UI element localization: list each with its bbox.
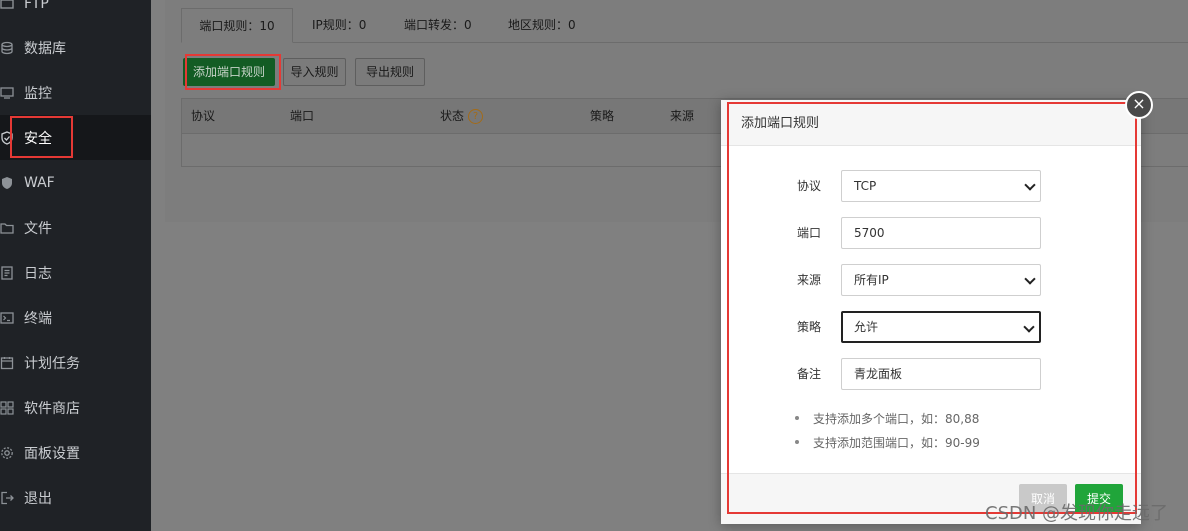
sidebar-item-label: 监控 bbox=[24, 85, 52, 102]
column-status: 状态? bbox=[440, 99, 484, 133]
sidebar-item-label: WAF bbox=[24, 174, 55, 191]
remark-label: 备注 bbox=[796, 367, 821, 381]
export-rules-button[interactable]: 导出规则 bbox=[355, 58, 425, 86]
add-port-rule-button[interactable]: 添加端口规则 bbox=[183, 58, 275, 86]
policy-label: 策略 bbox=[796, 320, 821, 334]
sidebar-item-waf[interactable]: WAF bbox=[0, 160, 151, 205]
column-port: 端口 bbox=[290, 109, 315, 123]
help-icon[interactable]: ? bbox=[468, 109, 484, 124]
source-select[interactable]: 所有IP bbox=[841, 264, 1041, 296]
sidebar-item-label: 日志 bbox=[24, 265, 52, 282]
database-icon bbox=[0, 41, 14, 55]
sidebar-item-files[interactable]: 文件 bbox=[0, 205, 151, 250]
ftp-icon bbox=[0, 0, 14, 11]
tab-port-rules[interactable]: 端口规则：10 bbox=[181, 8, 293, 43]
sidebar-item-ftp[interactable]: FTP bbox=[0, 0, 151, 26]
tab-ip-rules[interactable]: IP规则：0 bbox=[312, 8, 366, 43]
gear-icon bbox=[0, 446, 14, 460]
column-protocol: 协议 bbox=[191, 109, 216, 123]
watermark: CSDN @发现你走远了 bbox=[985, 503, 1169, 524]
sidebar-item-label: 文件 bbox=[24, 220, 52, 237]
sidebar-item-logs[interactable]: 日志 bbox=[0, 250, 151, 295]
tab-region-rules[interactable]: 地区规则：0 bbox=[508, 8, 576, 43]
log-icon bbox=[0, 265, 14, 280]
tip-multiple-ports: 支持添加多个端口，如：80,88 bbox=[795, 410, 979, 427]
sidebar-item-label: 面板设置 bbox=[24, 445, 80, 462]
folder-icon bbox=[0, 221, 14, 235]
sidebar-item-label: FTP bbox=[24, 0, 49, 12]
monitor-icon bbox=[0, 86, 14, 100]
protocol-select[interactable]: TCP bbox=[841, 170, 1041, 202]
dialog-header: 添加端口规则 bbox=[721, 100, 1141, 146]
column-source: 来源 bbox=[670, 109, 695, 123]
port-input[interactable]: 5700 bbox=[841, 217, 1041, 249]
remark-input[interactable]: 青龙面板 bbox=[841, 358, 1041, 390]
source-label: 来源 bbox=[796, 273, 821, 287]
sidebar-item-label: 终端 bbox=[24, 310, 52, 327]
sidebar-item-label: 数据库 bbox=[24, 40, 66, 57]
waf-icon bbox=[0, 176, 14, 190]
rule-tabs: 端口规则：10 IP规则：0 端口转发：0 地区规则：0 bbox=[181, 8, 1188, 43]
sidebar-item-cron[interactable]: 计划任务 bbox=[0, 340, 151, 385]
sidebar: FTP 数据库 监控 安全 WAF 文件 日志 终端 计划任务 软件商店 面板设… bbox=[0, 0, 151, 531]
sidebar-item-label: 安全 bbox=[24, 130, 52, 147]
sidebar-item-security[interactable]: 安全 bbox=[0, 115, 151, 160]
dialog-title: 添加端口规则 bbox=[741, 116, 820, 131]
column-policy: 策略 bbox=[590, 109, 615, 123]
sidebar-item-database[interactable]: 数据库 bbox=[0, 25, 151, 70]
sidebar-item-label: 计划任务 bbox=[24, 355, 80, 372]
sidebar-item-logout[interactable]: 退出 bbox=[0, 475, 151, 520]
sidebar-item-label: 软件商店 bbox=[24, 400, 80, 417]
grid-icon bbox=[0, 400, 14, 415]
sidebar-item-monitor[interactable]: 监控 bbox=[0, 70, 151, 115]
sidebar-item-store[interactable]: 软件商店 bbox=[0, 385, 151, 430]
sidebar-item-terminal[interactable]: 终端 bbox=[0, 295, 151, 340]
tab-port-forward[interactable]: 端口转发：0 bbox=[404, 8, 472, 43]
clock-icon bbox=[0, 356, 14, 370]
tip-port-range: 支持添加范围端口，如：90-99 bbox=[795, 434, 980, 451]
shield-icon bbox=[0, 130, 14, 145]
protocol-label: 协议 bbox=[796, 179, 821, 193]
sidebar-item-settings[interactable]: 面板设置 bbox=[0, 430, 151, 475]
sidebar-item-label: 退出 bbox=[24, 490, 52, 507]
terminal-icon bbox=[0, 311, 14, 325]
logout-icon bbox=[0, 491, 14, 505]
close-icon[interactable]: × bbox=[1125, 91, 1153, 119]
policy-select[interactable]: 允许 bbox=[841, 311, 1041, 343]
import-rules-button[interactable]: 导入规则 bbox=[283, 58, 346, 86]
port-label: 端口 bbox=[796, 226, 821, 240]
